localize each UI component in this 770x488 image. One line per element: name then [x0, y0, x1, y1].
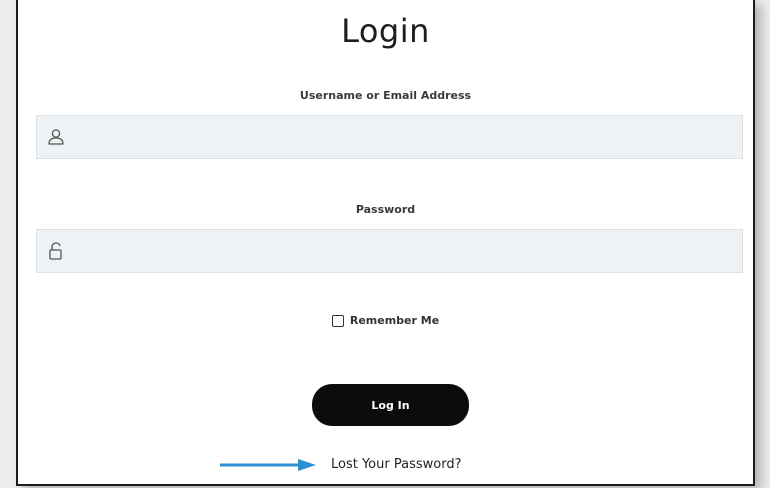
arrow-right-icon [220, 459, 316, 471]
unlock-icon [49, 242, 62, 260]
username-field[interactable] [36, 115, 743, 160]
login-card: Login Username or Email Address Password… [16, 0, 755, 486]
username-label: Username or Email Address [299, 89, 472, 102]
page-title: Login [341, 12, 430, 50]
user-icon [48, 129, 64, 145]
password-field[interactable] [36, 229, 743, 274]
password-input[interactable] [77, 230, 742, 274]
username-input[interactable] [77, 116, 742, 160]
remember-me-checkbox[interactable] [331, 314, 344, 327]
lost-password-link[interactable]: Lost Your Password? [331, 457, 461, 472]
login-button[interactable]: Log In [312, 384, 469, 426]
password-label: Password [355, 203, 416, 216]
remember-me[interactable]: Remember Me [18, 314, 753, 327]
remember-me-label[interactable]: Remember Me [350, 314, 439, 327]
